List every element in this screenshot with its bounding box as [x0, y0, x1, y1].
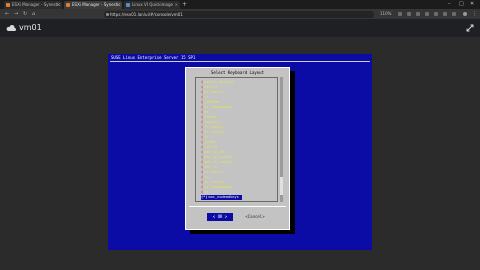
extension-icon[interactable]: [416, 12, 420, 16]
keyboard-layout-list[interactable]: (azerty_belgian (azerty (be_latin1 (cf (…: [195, 77, 278, 202]
cloud-icon: [6, 24, 16, 31]
tab-favicon-icon: [66, 3, 70, 7]
back-icon[interactable]: ←: [5, 9, 9, 19]
vm-console-screen[interactable]: SUSE Linux Enterprise Server 15 SP1 Sele…: [107, 53, 373, 251]
extension-icon[interactable]: [443, 12, 447, 16]
browser-tab-3[interactable]: Linux VI Quickimage ✕: [124, 1, 180, 9]
close-tab-icon[interactable]: ✕: [175, 1, 178, 9]
new-tab-button[interactable]: +: [182, 0, 187, 9]
address-bar[interactable]: https://esx01.lan/ui/#/console/vm01: [104, 10, 374, 18]
maximize-icon[interactable]: □: [459, 0, 464, 9]
scrollbar-thumb[interactable]: [280, 177, 283, 195]
forward-icon[interactable]: →: [14, 9, 18, 19]
fullscreen-icon[interactable]: [466, 24, 474, 32]
close-window-icon[interactable]: ✕: [470, 0, 474, 9]
ok-button[interactable]: < OK >: [207, 213, 233, 221]
zoom-level[interactable]: 110%: [380, 9, 391, 19]
browser-tab-1[interactable]: ESXi Manager - Synestic ✕: [4, 1, 62, 9]
close-tab-icon[interactable]: ✕: [117, 1, 120, 9]
lock-icon: [106, 12, 109, 16]
dialog-separator: [189, 206, 286, 207]
home-icon[interactable]: ⌂: [32, 9, 35, 19]
dialog-button-row: < OK > <Cancel>: [186, 212, 289, 222]
extension-icon[interactable]: [407, 12, 411, 16]
browser-tab-2[interactable]: ESXi Manager - Synestic ✕: [64, 1, 122, 9]
reload-icon[interactable]: ↻: [23, 9, 27, 19]
browser-tab-bar: ESXi Manager - Synestic ✕ ESXi Manager -…: [0, 0, 480, 9]
dialog-title: Select Keyboard Layout: [211, 70, 264, 75]
title-divider: [110, 61, 370, 62]
extension-icon[interactable]: [434, 12, 438, 16]
selected-list-item[interactable]: (*)mac_nodeadkeys: [201, 195, 242, 200]
tab-favicon-icon: [126, 3, 130, 7]
tab-label: ESXi Manager - Synestic: [72, 2, 121, 7]
url-text: https://esx01.lan/ui/#/console/vm01: [110, 11, 183, 17]
list-scrollbar[interactable]: [280, 77, 283, 202]
tab-label: Linux VI Quickimage: [132, 2, 174, 7]
tab-label: ESXi Manager - Synestic: [12, 2, 61, 7]
profile-icon[interactable]: [463, 12, 467, 16]
vm-console-header: vm01: [0, 19, 480, 37]
tab-favicon-icon: [6, 3, 10, 7]
browser-nav-bar: ← → ↻ ⌂ https://esx01.lan/ui/#/console/v…: [0, 9, 480, 19]
extension-icon[interactable]: [452, 12, 456, 16]
menu-icon[interactable]: ⋮: [472, 9, 477, 19]
keyboard-layout-dialog: Select Keyboard Layout (azerty_belgian (…: [185, 67, 290, 230]
installer-title: SUSE Linux Enterprise Server 15 SP1: [111, 55, 196, 60]
cancel-button[interactable]: <Cancel>: [240, 213, 270, 221]
close-tab-icon[interactable]: ✕: [57, 1, 60, 9]
extension-icon[interactable]: [398, 12, 402, 16]
vm-title: vm01: [19, 23, 42, 32]
minimize-icon[interactable]: –: [448, 0, 451, 9]
extension-icon[interactable]: [425, 12, 429, 16]
